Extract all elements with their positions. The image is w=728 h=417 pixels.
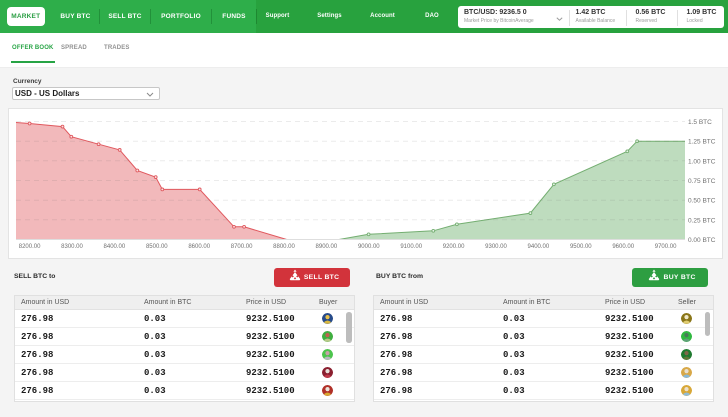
- svg-text:9700.00: 9700.00: [655, 244, 677, 250]
- svg-text:8200.00: 8200.00: [19, 244, 41, 250]
- svg-text:8600.00: 8600.00: [188, 244, 210, 250]
- svg-text:8900.00: 8900.00: [316, 244, 338, 250]
- svg-text:0.00 BTC: 0.00 BTC: [688, 237, 716, 244]
- svg-text:9600.00: 9600.00: [612, 244, 634, 250]
- svg-text:8400.00: 8400.00: [104, 244, 126, 250]
- svg-text:1.25 BTC: 1.25 BTC: [688, 139, 716, 146]
- svg-text:9400.00: 9400.00: [528, 244, 550, 250]
- svg-text:9500.00: 9500.00: [570, 244, 592, 250]
- svg-text:9000.00: 9000.00: [358, 244, 380, 250]
- svg-text:1.5 BTC: 1.5 BTC: [688, 119, 712, 126]
- svg-text:8800.00: 8800.00: [273, 244, 295, 250]
- svg-text:0.75 BTC: 0.75 BTC: [688, 178, 716, 185]
- svg-text:1.00 BTC: 1.00 BTC: [688, 158, 716, 165]
- svg-text:0.50 BTC: 0.50 BTC: [688, 198, 716, 205]
- svg-text:8500.00: 8500.00: [146, 244, 168, 250]
- svg-text:9300.00: 9300.00: [485, 244, 507, 250]
- svg-text:9100.00: 9100.00: [400, 244, 422, 250]
- svg-text:8700.00: 8700.00: [231, 244, 253, 250]
- svg-text:0.25 BTC: 0.25 BTC: [688, 217, 716, 224]
- svg-text:8300.00: 8300.00: [61, 244, 83, 250]
- svg-text:9200.00: 9200.00: [443, 244, 465, 250]
